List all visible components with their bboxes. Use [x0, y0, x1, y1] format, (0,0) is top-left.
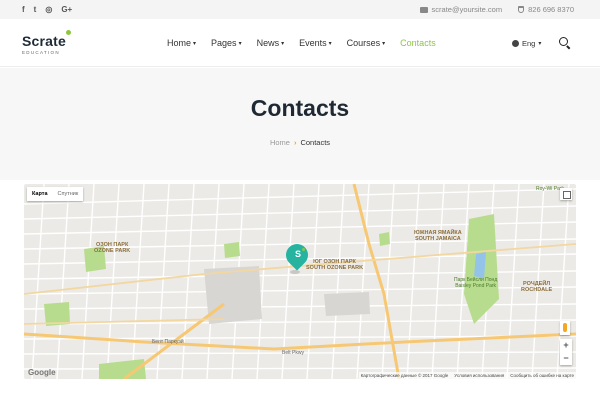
phone-text: 826 696 8370: [528, 5, 574, 14]
map[interactable]: ОЗОН ПАРК OZONE PARK ЮГ ОЗОН ПАРК SOUTH OZ…: [24, 184, 576, 379]
nav-events[interactable]: Events ▾: [299, 38, 332, 48]
breadcrumb: Home › Contacts: [0, 138, 600, 147]
chevron-down-icon: ▾: [538, 41, 542, 47]
main-nav: Home ▾ Pages ▾ News ▾ Events ▾ Courses ▾ Cont…: [167, 38, 436, 48]
logo-dot: [66, 30, 71, 35]
language-selector[interactable]: Eng ▾: [512, 39, 541, 48]
page-title: Contacts: [250, 95, 350, 121]
phone-info: 826 696 8370: [518, 4, 574, 15]
facebook-icon[interactable]: f: [22, 4, 25, 15]
chevron-down-icon: ▾: [328, 40, 332, 47]
logo-tagline: EDUCATION: [22, 50, 60, 55]
nav-pages[interactable]: Pages ▾: [211, 38, 242, 48]
map-label-south-ozone-park: ЮГ ОЗОН ПАРК SOUTH OZONE PARK: [306, 259, 364, 271]
zoom-out-button[interactable]: −: [560, 352, 572, 365]
report-error-link[interactable]: Сообщить об ошибке на карте: [510, 373, 574, 378]
terms-link[interactable]: Условия использования: [454, 373, 504, 378]
social-links: f t ◎ G+: [22, 4, 72, 15]
email-text[interactable]: scrate@yoursite.com: [432, 4, 503, 15]
logo-name: Scrate: [22, 33, 67, 49]
header: Scrate EDUCATION Home ▾ Pages ▾ News ▾ Even…: [0, 19, 600, 67]
nav-news[interactable]: News ▾: [257, 38, 285, 48]
map-type-satellite[interactable]: Спутник: [53, 187, 84, 201]
map-label-baisley-park: Парк Бейсли Понд Baisley Pond Park: [454, 277, 498, 289]
breadcrumb-home[interactable]: Home: [270, 138, 290, 147]
nav-news-label: News: [256, 38, 280, 48]
nav-home-label: Home: [167, 38, 192, 48]
chevron-down-icon: ▾: [382, 40, 386, 47]
fullscreen-icon[interactable]: [560, 188, 572, 200]
contact-info: scrate@yoursite.com 826 696 8370: [419, 4, 574, 15]
logo[interactable]: Scrate EDUCATION: [22, 30, 71, 55]
chevron-down-icon: ▾: [281, 40, 285, 47]
map-data-credit: Картографические данные © 2017 Google: [360, 373, 449, 378]
top-bar: f t ◎ G+ scrate@yoursite.com 826 696 837…: [0, 0, 600, 19]
marker-shadow: [290, 270, 300, 274]
map-label-belt-parkway: Белт Паркуэй: [152, 339, 184, 345]
instagram-icon[interactable]: ◎: [45, 4, 52, 15]
map-type-map[interactable]: Карта: [27, 187, 53, 201]
zoom-control: + −: [560, 339, 572, 365]
map-attribution: Картографические данные © 2017 Google Ус…: [358, 372, 576, 379]
nav-courses[interactable]: Courses ▾: [347, 38, 386, 48]
mail-icon: [419, 6, 428, 13]
nav-contacts[interactable]: Contacts: [400, 38, 436, 48]
chevron-down-icon: ▾: [238, 40, 242, 47]
google-plus-icon[interactable]: G+: [61, 4, 72, 15]
map-label-belt-pkwy: Belt Pkwy: [282, 350, 304, 356]
zoom-in-button[interactable]: +: [560, 339, 572, 352]
nav-home[interactable]: Home ▾: [167, 38, 196, 48]
breadcrumb-current: Contacts: [300, 138, 331, 147]
nav-events-label: Events: [299, 38, 327, 48]
search-button[interactable]: [559, 37, 571, 50]
email-info[interactable]: scrate@yoursite.com: [419, 4, 503, 15]
map-type-toggle: Карта Спутник: [27, 187, 84, 201]
globe-icon: [512, 40, 519, 47]
search-icon-handle: [566, 45, 571, 50]
pegman-icon[interactable]: [560, 321, 570, 335]
map-label-rochdale: РОЧДЕЙЛ ROCHDALE: [521, 281, 553, 293]
map-label-south-jamaica: ЮЖНАЯ ЯМАЙКА SOUTH JAMAICA: [414, 230, 462, 242]
phone-icon: [518, 6, 525, 13]
nav-contacts-label: Contacts: [400, 38, 436, 48]
breadcrumb-separator: ›: [293, 138, 297, 147]
language-label: Eng: [522, 39, 536, 48]
nav-courses-label: Courses: [346, 38, 381, 48]
google-logo[interactable]: Google: [28, 368, 56, 377]
marker-dot: [302, 248, 305, 251]
title-band: [0, 68, 600, 180]
chevron-down-icon: ▾: [193, 40, 197, 47]
map-label-ozone-park: ОЗОН ПАРК OZONE PARK: [94, 242, 131, 254]
twitter-icon[interactable]: t: [34, 4, 37, 15]
nav-pages-label: Pages: [211, 38, 237, 48]
